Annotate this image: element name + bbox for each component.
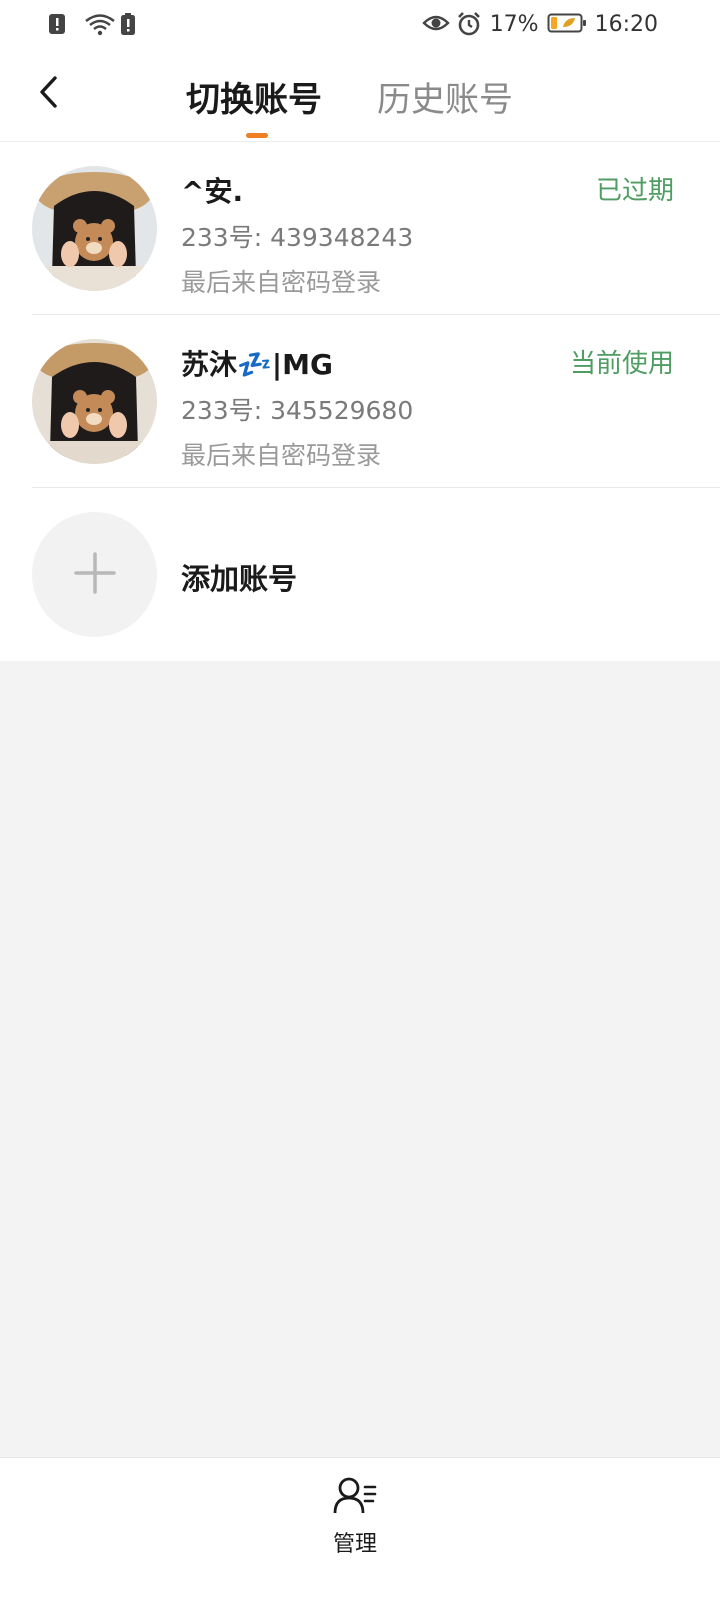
tab-switch-account[interactable]: 切换账号 xyxy=(186,72,322,121)
account-row[interactable]: ^安. 233号: 439348243 最后来自密码登录 已过期 xyxy=(0,142,720,315)
status-time: 16:20 xyxy=(594,11,658,37)
wifi-icon xyxy=(84,12,115,38)
manage-label: 管理 xyxy=(332,1532,377,1557)
sim-alert-icon xyxy=(48,12,74,38)
tab-active-indicator xyxy=(246,133,268,138)
account-status-badge: 已过期 xyxy=(595,176,674,206)
tab-history-account[interactable]: 历史账号 xyxy=(377,72,513,121)
battery-percent: 17% xyxy=(489,11,539,37)
battery-icon xyxy=(547,11,587,37)
status-bar: 17% 16:20 xyxy=(0,0,720,50)
add-account-label: 添加账号 xyxy=(181,562,298,596)
bottom-bar: 管理 xyxy=(0,1457,720,1600)
eye-icon xyxy=(421,11,450,37)
account-name: ^安. xyxy=(181,175,244,208)
chevron-left-icon xyxy=(36,74,60,114)
account-id: 233号: 345529680 xyxy=(181,396,414,425)
back-button[interactable] xyxy=(28,72,68,116)
avatar xyxy=(32,166,157,291)
add-account-button[interactable]: 添加账号 xyxy=(0,488,720,661)
avatar xyxy=(32,339,157,464)
account-login-method: 最后来自密码登录 xyxy=(181,268,382,297)
account-row[interactable]: 苏沐💤|MG 233号: 345529680 最后来自密码登录 当前使用 xyxy=(0,315,720,488)
account-list: ^安. 233号: 439348243 最后来自密码登录 已过期 苏沐💤|MG xyxy=(0,142,720,661)
top-area: 17% 16:20 切换账号 历史账号 xyxy=(0,0,720,142)
status-right-icons: 17% 16:20 xyxy=(421,11,658,37)
add-avatar xyxy=(32,512,157,637)
manage-button[interactable]: 管理 xyxy=(310,1476,400,1576)
status-left-icons xyxy=(48,12,146,38)
account-name: 苏沐💤|MG xyxy=(181,348,333,381)
header: 切换账号 历史账号 xyxy=(0,50,720,142)
user-manage-icon xyxy=(332,1476,378,1520)
plus-icon xyxy=(73,551,117,599)
alarm-icon xyxy=(456,11,482,37)
account-status-badge: 当前使用 xyxy=(569,349,674,379)
account-login-method: 最后来自密码登录 xyxy=(181,441,382,470)
battery-saver-icon xyxy=(120,12,146,38)
account-id: 233号: 439348243 xyxy=(181,223,414,252)
